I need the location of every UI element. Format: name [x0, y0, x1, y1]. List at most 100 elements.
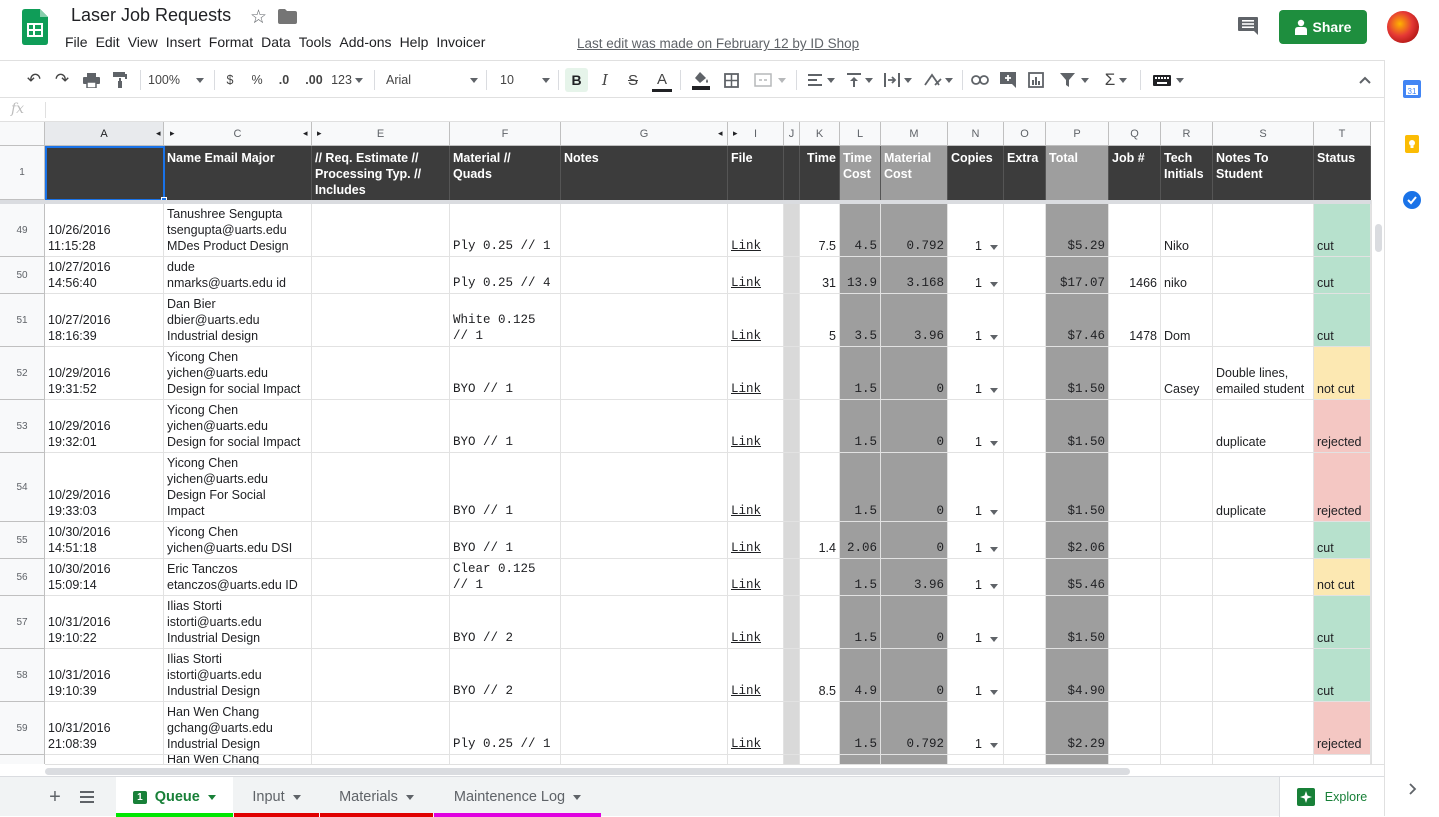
cell[interactable]: [800, 702, 840, 755]
cell[interactable]: 3.96: [881, 559, 948, 596]
hidden-columns-arrow-icon[interactable]: ▸: [317, 128, 322, 139]
cell[interactable]: [1004, 294, 1046, 347]
header-cell-c[interactable]: Name Email Major: [164, 146, 312, 200]
cell[interactable]: 1.5: [840, 596, 881, 649]
insert-link-icon[interactable]: [969, 70, 991, 90]
cell[interactable]: 0.792: [881, 702, 948, 755]
notes-to-student-cell[interactable]: duplicate: [1213, 400, 1314, 453]
italic-button[interactable]: I: [596, 70, 614, 90]
cell-spacer[interactable]: [784, 400, 800, 453]
cell[interactable]: [1004, 559, 1046, 596]
cell[interactable]: [561, 294, 728, 347]
column-header-c[interactable]: C: [164, 122, 312, 146]
notes-to-student-cell[interactable]: [1213, 559, 1314, 596]
status-cell[interactable]: cut: [1314, 649, 1371, 702]
row-header[interactable]: 54: [0, 453, 45, 522]
cell[interactable]: [1004, 649, 1046, 702]
file-link[interactable]: Link: [731, 683, 761, 699]
timestamp-cell[interactable]: 10/29/2016 19:31:52: [45, 347, 164, 400]
cell[interactable]: [1004, 755, 1046, 764]
header-cell-r[interactable]: Tech Initials: [1161, 146, 1213, 200]
percent-format-button[interactable]: %: [249, 70, 265, 90]
undo-icon[interactable]: ↶: [24, 70, 44, 90]
header-cell-t[interactable]: Status: [1314, 146, 1371, 200]
material-cell[interactable]: BYO // 2: [450, 649, 561, 702]
file-link[interactable]: Link: [731, 736, 761, 752]
document-title[interactable]: Laser Job Requests: [71, 5, 231, 26]
name-email-cell[interactable]: Eric Tanczos etanczos@uarts.edu ID: [164, 559, 312, 596]
row-header[interactable]: 55: [0, 522, 45, 559]
cell[interactable]: [312, 294, 450, 347]
row-header[interactable]: 49: [0, 204, 45, 257]
cell[interactable]: 1.5: [840, 702, 881, 755]
timestamp-cell[interactable]: 10/30/2016 15:09:14: [45, 559, 164, 596]
cell[interactable]: 1466: [1109, 257, 1161, 294]
font-size-select[interactable]: 10: [496, 70, 552, 90]
text-rotation-icon[interactable]: [921, 70, 955, 90]
row-header[interactable]: 58: [0, 649, 45, 702]
cell-spacer[interactable]: [784, 347, 800, 400]
notes-to-student-cell[interactable]: [1213, 596, 1314, 649]
menu-edit[interactable]: Edit: [92, 34, 124, 54]
cell[interactable]: 3.168: [881, 257, 948, 294]
cell[interactable]: [312, 559, 450, 596]
cell[interactable]: 0: [881, 453, 948, 522]
name-email-cell[interactable]: Ilias Storti istorti@uarts.edu Industria…: [164, 649, 312, 702]
more-formats-button[interactable]: 123: [330, 70, 364, 90]
name-email-cell[interactable]: Yicong Chen yichen@uarts.edu Design for …: [164, 347, 312, 400]
cell[interactable]: [312, 702, 450, 755]
name-email-cell[interactable]: Han Wen Chang: [164, 755, 312, 764]
name-email-cell[interactable]: Yicong Chen yichen@uarts.edu Design for …: [164, 400, 312, 453]
cell[interactable]: [1109, 755, 1161, 764]
cell-spacer[interactable]: [784, 755, 800, 764]
timestamp-cell[interactable]: 10/31/2016 19:10:22: [45, 596, 164, 649]
notes-to-student-cell[interactable]: [1213, 755, 1314, 764]
row-header[interactable]: 57: [0, 596, 45, 649]
cell[interactable]: 3.96: [881, 294, 948, 347]
tab-maintenence-log[interactable]: Maintenence Log: [434, 777, 601, 817]
cell[interactable]: $17.07: [1046, 257, 1109, 294]
frozen-rows-divider[interactable]: [0, 200, 1371, 204]
tech-initials-cell[interactable]: Dom: [1161, 294, 1213, 347]
cell[interactable]: Link: [728, 257, 784, 294]
cell[interactable]: 31: [800, 257, 840, 294]
comment-icon[interactable]: [1238, 17, 1258, 35]
add-sheet-icon[interactable]: +: [42, 777, 68, 817]
timestamp-cell[interactable]: 10/26/2016 11:15:28: [45, 204, 164, 257]
material-cell[interactable]: BYO // 1: [450, 453, 561, 522]
file-link[interactable]: Link: [731, 630, 761, 646]
cell[interactable]: [800, 453, 840, 522]
header-cell-i[interactable]: File: [728, 146, 784, 200]
cell[interactable]: [312, 257, 450, 294]
cell-spacer[interactable]: [784, 596, 800, 649]
material-cell[interactable]: BYO // 2: [450, 596, 561, 649]
cell[interactable]: $2.29: [1046, 702, 1109, 755]
column-header-m[interactable]: M: [881, 122, 948, 146]
cell[interactable]: $5.29: [1046, 204, 1109, 257]
cell[interactable]: [312, 453, 450, 522]
header-cell-e[interactable]: // Req. Estimate // Processing Typ. // I…: [312, 146, 450, 200]
column-header-e[interactable]: E: [312, 122, 450, 146]
material-cell[interactable]: Ply 0.25 // 4: [450, 257, 561, 294]
tab-input[interactable]: Input: [234, 777, 319, 817]
cell[interactable]: [800, 596, 840, 649]
cell[interactable]: [1109, 559, 1161, 596]
hidden-columns-arrow-icon[interactable]: ◂: [303, 128, 308, 139]
cell[interactable]: [1109, 649, 1161, 702]
cell[interactable]: [800, 755, 840, 764]
copies-dropdown-cell[interactable]: 1: [948, 702, 1004, 755]
keep-icon[interactable]: [1405, 135, 1419, 153]
input-tools-icon[interactable]: [1150, 70, 1186, 90]
row-header[interactable]: 50: [0, 257, 45, 294]
cell[interactable]: [800, 347, 840, 400]
cell[interactable]: [312, 204, 450, 257]
cell[interactable]: Link: [728, 559, 784, 596]
cell[interactable]: 8.5: [800, 649, 840, 702]
column-header-q[interactable]: Q: [1109, 122, 1161, 146]
cell[interactable]: [561, 257, 728, 294]
cell[interactable]: 13.9: [840, 257, 881, 294]
tech-initials-cell[interactable]: [1161, 649, 1213, 702]
cell[interactable]: Link: [728, 596, 784, 649]
notes-to-student-cell[interactable]: [1213, 702, 1314, 755]
text-color-button[interactable]: A: [652, 70, 672, 92]
